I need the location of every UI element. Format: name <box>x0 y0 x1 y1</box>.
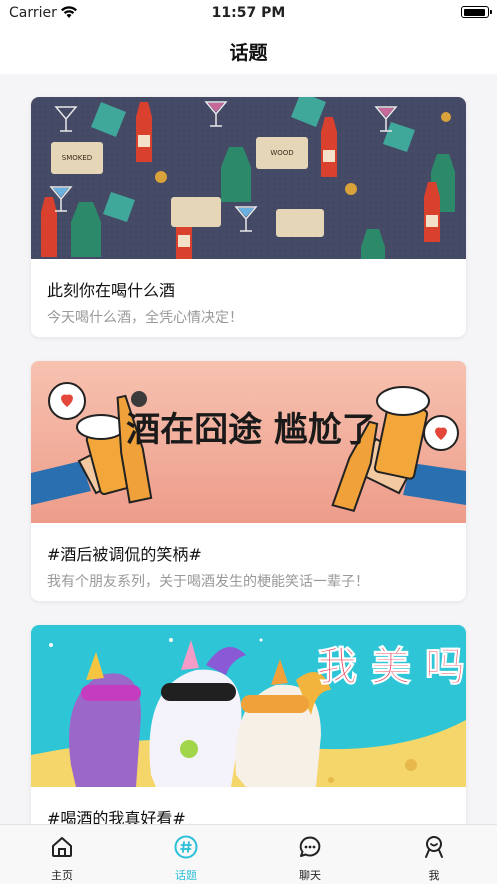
home-icon <box>52 837 72 857</box>
tab-home[interactable]: 主页 <box>0 825 124 884</box>
drinks-pattern-illustration: SMOKED WOOD <box>31 97 466 259</box>
status-bar: Carrier 11:57 PM <box>0 0 497 26</box>
hashtag-icon <box>174 835 198 859</box>
badge-label: WOOD <box>270 149 293 157</box>
topic-subtitle: 今天喝什么酒，全凭心情决定！ <box>47 310 243 326</box>
topic-feed[interactable]: SMOKED WOOD 此刻你在喝什么酒 今天喝什么酒，全凭心情决定！ 酒在囧途… <box>0 74 497 824</box>
banner-text: 酒在囧途 尴尬了 <box>126 410 376 450</box>
banner-text: 我 美 吗 <box>317 644 465 690</box>
topic-image-drinks: SMOKED WOOD <box>31 97 466 259</box>
topic-image-beer: 酒在囧途 尴尬了 <box>31 361 466 523</box>
tab-chat[interactable]: 聊天 <box>248 825 372 884</box>
tab-profile-label: 我 <box>428 869 440 882</box>
topic-subtitle: 我有个朋友系列，关于喝酒发生的梗能笑话一辈子！ <box>47 574 369 590</box>
topic-image-unicorns: 我 美 吗 <box>31 625 466 787</box>
tab-profile[interactable]: 我 <box>372 825 496 884</box>
tab-chat-label: 聊天 <box>299 869 321 882</box>
topic-card[interactable]: 我 美 吗 #喝酒的我真好看# <box>31 625 466 824</box>
unicorns-illustration: 我 美 吗 <box>31 638 466 787</box>
topic-card[interactable]: 酒在囧途 尴尬了 #酒后被调侃的笑柄# 我有个朋友系列，关于喝酒发生的梗能笑话一… <box>31 361 466 601</box>
tab-bar: 主页 话题 聊天 我 <box>0 824 497 884</box>
clock: 11:57 PM <box>211 5 286 21</box>
badge-label: SMOKED <box>62 154 92 162</box>
chat-icon <box>299 836 321 857</box>
page-title: 话题 <box>229 42 268 64</box>
profile-icon <box>425 836 443 858</box>
battery-icon <box>461 6 492 18</box>
topic-card[interactable]: SMOKED WOOD 此刻你在喝什么酒 今天喝什么酒，全凭心情决定！ <box>31 97 466 337</box>
tab-home-label: 主页 <box>51 869 73 882</box>
tab-topics[interactable]: 话题 <box>124 825 248 884</box>
topic-title: 此刻你在喝什么酒 <box>47 281 176 300</box>
navigation-bar: 话题 <box>0 26 497 74</box>
topic-title: #喝酒的我真好看# <box>47 809 186 824</box>
beer-cheers-illustration: 酒在囧途 尴尬了 <box>31 361 466 523</box>
topic-title: #酒后被调侃的笑柄# <box>47 545 202 564</box>
tab-topics-label: 话题 <box>175 869 197 882</box>
